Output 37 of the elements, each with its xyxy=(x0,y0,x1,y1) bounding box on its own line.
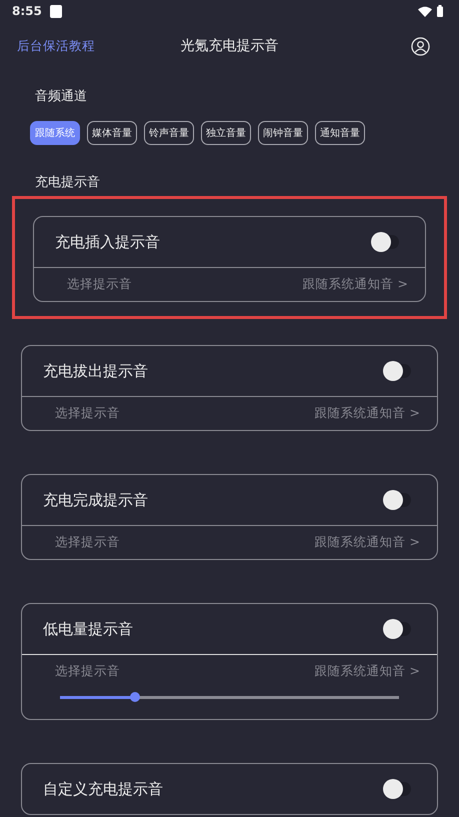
select-label: 选择提示音 xyxy=(55,662,120,680)
toggle-switch[interactable] xyxy=(383,361,411,381)
select-value: 跟随系统通知音 > xyxy=(314,662,420,680)
sound-select-row[interactable]: 选择提示音 跟随系统通知音 > xyxy=(22,526,437,559)
battery-icon xyxy=(437,5,443,17)
sound-select-row[interactable]: 选择提示音 跟随系统通知音 > xyxy=(34,268,425,301)
tutorial-link[interactable]: 后台保活教程 xyxy=(17,36,95,56)
account-icon[interactable] xyxy=(411,36,430,56)
setting-title: 自定义充电提示音 xyxy=(43,778,163,800)
select-label: 选择提示音 xyxy=(67,275,132,294)
select-value: 跟随系统通知音 > xyxy=(314,404,420,422)
toggle-switch[interactable] xyxy=(383,779,411,799)
notification-icon xyxy=(50,4,62,18)
channel-chip[interactable]: 跟随系统 xyxy=(30,121,80,145)
channel-chip[interactable]: 通知音量 xyxy=(315,121,365,145)
select-label: 选择提示音 xyxy=(55,404,120,422)
select-value: 跟随系统通知音 > xyxy=(314,533,420,552)
toggle-switch[interactable] xyxy=(371,232,399,252)
setting-title: 充电拔出提示音 xyxy=(43,360,148,382)
channel-chip[interactable]: 铃声音量 xyxy=(144,121,194,145)
toggle-switch[interactable] xyxy=(383,490,411,510)
select-value: 跟随系统通知音 > xyxy=(302,275,408,294)
setting-title: 充电完成提示音 xyxy=(43,490,148,511)
channel-chip[interactable]: 闹钟音量 xyxy=(258,121,308,145)
app-title: 光氪充电提示音 xyxy=(180,36,278,56)
sound-select-row[interactable]: 选择提示音 跟随系统通知音 > xyxy=(22,397,437,430)
status-time: 8:55 xyxy=(12,3,42,20)
toggle-switch[interactable] xyxy=(383,619,411,639)
sound-select-row[interactable]: 选择提示音 跟随系统通知音 > xyxy=(22,655,437,688)
section-label: 音频通道 xyxy=(35,89,87,104)
setting-title: 充电插入提示音 xyxy=(55,232,160,253)
section-label: 充电提示音 xyxy=(35,175,100,190)
channel-chip[interactable]: 媒体音量 xyxy=(87,121,137,145)
select-label: 选择提示音 xyxy=(55,533,120,552)
channel-chip[interactable]: 独立音量 xyxy=(201,121,251,145)
setting-title: 低电量提示音 xyxy=(43,618,133,640)
wifi-icon xyxy=(418,6,432,16)
